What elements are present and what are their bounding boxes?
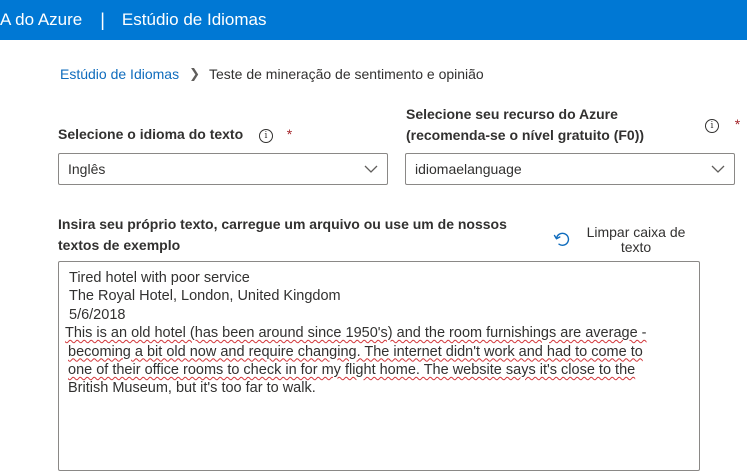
language-label: Selecione o idioma do texto i * — [58, 124, 292, 145]
required-marker: * — [286, 126, 293, 142]
text-input-label: Insira seu próprio texto, carregue um ar… — [58, 214, 507, 256]
breadcrumb: Estúdio de Idiomas ❯ Teste de mineração … — [60, 66, 484, 82]
clear-text-box-button[interactable]: Limpar caixa de texto — [552, 225, 702, 257]
resource-dropdown[interactable]: idiomaelanguage — [405, 153, 735, 185]
text-line: becoming a bit old now and require chang… — [68, 343, 643, 360]
clear-text-box-label: Limpar caixa de texto — [581, 225, 691, 255]
resource-label: Selecione seu recurso do Azure (recomend… — [406, 104, 644, 146]
clear-label-line1: Limpar caixa de — [586, 224, 686, 240]
breadcrumb-current-page: Teste de mineração de sentimento e opini… — [208, 66, 484, 82]
product-title[interactable]: Estúdio de Idiomas — [122, 10, 267, 30]
breadcrumb-link-language-studio[interactable]: Estúdio de Idiomas — [60, 66, 179, 82]
language-label-text: Selecione o idioma do texto — [58, 126, 244, 142]
required-marker: * — [734, 116, 741, 132]
clear-label-line2: texto — [620, 239, 652, 255]
text-line: 5/6/2018 — [69, 306, 126, 323]
resource-label-icons: i * — [705, 114, 740, 135]
undo-icon — [553, 232, 570, 246]
top-header-bar: A do Azure | Estúdio de Idiomas — [0, 0, 747, 40]
language-selected-value: Inglês — [68, 161, 106, 177]
text-line: British Museum, but it's too far to walk… — [68, 380, 316, 397]
resource-label-line1: Selecione seu recurso do Azure — [406, 106, 618, 122]
text-line: Tired hotel with poor service — [69, 270, 250, 286]
brand-title[interactable]: A do Azure — [0, 10, 82, 30]
text-line: one of their office rooms to check in fo… — [68, 362, 636, 379]
text-input-label-line2: textos de exemplo — [58, 237, 181, 253]
chevron-right-icon: ❯ — [189, 66, 200, 81]
text-line: The Royal Hotel, London, United Kingdom — [69, 288, 341, 305]
text-line: This is an old hotel (has been around si… — [65, 325, 647, 342]
text-input-label-line1: Insira seu próprio texto, carregue um ar… — [58, 216, 507, 232]
language-dropdown[interactable]: Inglês — [58, 153, 388, 185]
info-icon[interactable]: i — [705, 119, 719, 133]
chevron-down-icon — [364, 165, 378, 173]
resource-label-line2: (recomenda-se o nível gratuito (F0)) — [406, 127, 645, 143]
text-input-area[interactable]: Tired hotel with poor service The Royal … — [58, 261, 700, 471]
chevron-down-icon — [711, 165, 725, 173]
header-separator: | — [100, 9, 105, 30]
resource-selected-value: idiomaelanguage — [415, 161, 522, 177]
info-icon[interactable]: i — [258, 129, 273, 143]
